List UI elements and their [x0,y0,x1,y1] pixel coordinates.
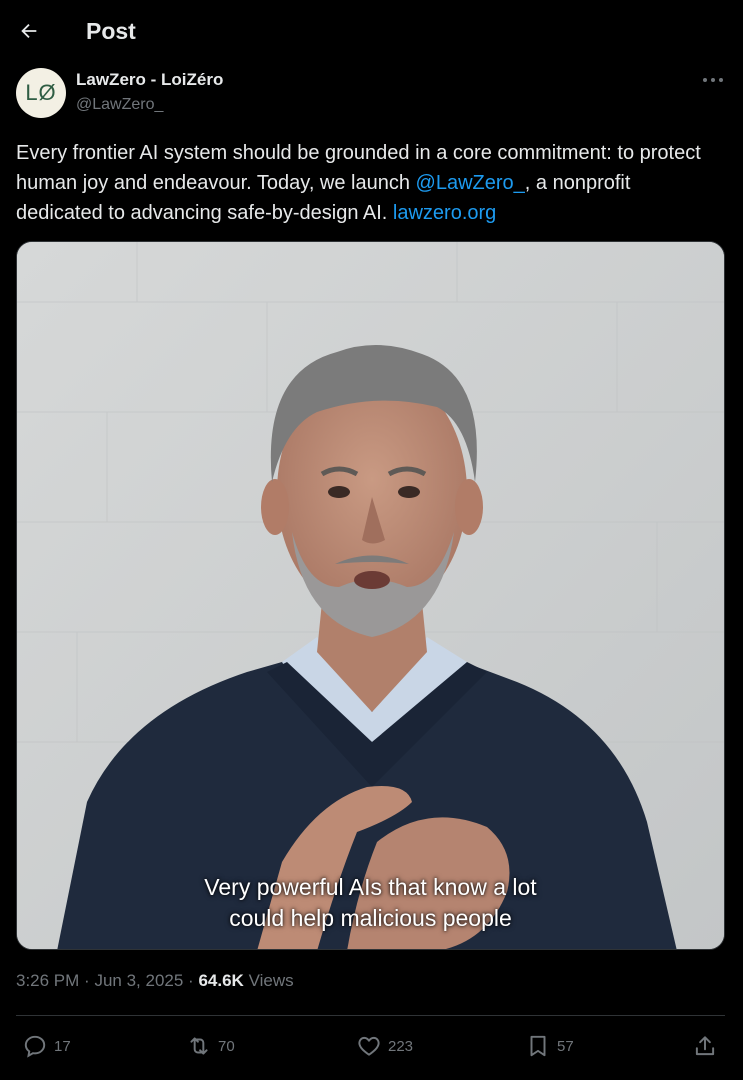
views-label: Views [248,971,294,990]
views-count: 64.6K [198,971,244,990]
video-caption-line2: could help malicious people [229,905,512,931]
like-button[interactable]: 223 [356,1030,413,1062]
post-date[interactable]: Jun 3, 2025 [94,971,183,990]
video-frame-image [17,242,724,949]
reply-count: 17 [54,1037,71,1055]
page-title: Post [86,18,136,44]
more-options-button[interactable] [698,70,728,90]
bookmark-button[interactable]: 57 [525,1030,574,1062]
repost-count: 70 [218,1037,235,1055]
meta-separator: · [84,971,90,990]
post-video[interactable]: Very powerful AIs that know a lot could … [16,241,725,950]
arrow-left-icon [21,23,37,39]
video-caption-line1: Very powerful AIs that know a lot [204,874,537,900]
reply-icon [24,1035,46,1058]
more-horizontal-icon [703,78,723,82]
bookmark-count: 57 [557,1037,574,1055]
author-display-name[interactable]: LawZero - LoiZéro [76,70,223,90]
author-handle[interactable]: @LawZero_ [76,96,163,114]
post-text: Every frontier AI system should be groun… [16,138,716,228]
mention-link[interactable]: @LawZero_ [416,172,525,194]
page-header: Post [0,0,743,64]
heart-icon [358,1036,380,1056]
like-count: 223 [388,1037,414,1055]
back-button[interactable] [12,14,46,48]
avatar[interactable]: LØ [16,68,66,118]
website-link[interactable]: lawzero.org [393,202,496,224]
post-page: Post LØ LawZero - LoiZéro @LawZero_ Ever… [0,0,743,1080]
divider [16,1015,725,1016]
share-button[interactable] [692,1030,718,1062]
post-meta: 3:26 PM · Jun 3, 2025 · 64.6K Views [16,971,294,991]
post-time[interactable]: 3:26 PM [16,971,79,990]
repost-icon [190,1037,208,1055]
bookmark-icon [530,1035,546,1057]
repost-button[interactable]: 70 [186,1030,235,1062]
meta-separator: · [188,971,194,990]
reply-button[interactable]: 17 [22,1030,71,1062]
share-icon [695,1036,715,1056]
